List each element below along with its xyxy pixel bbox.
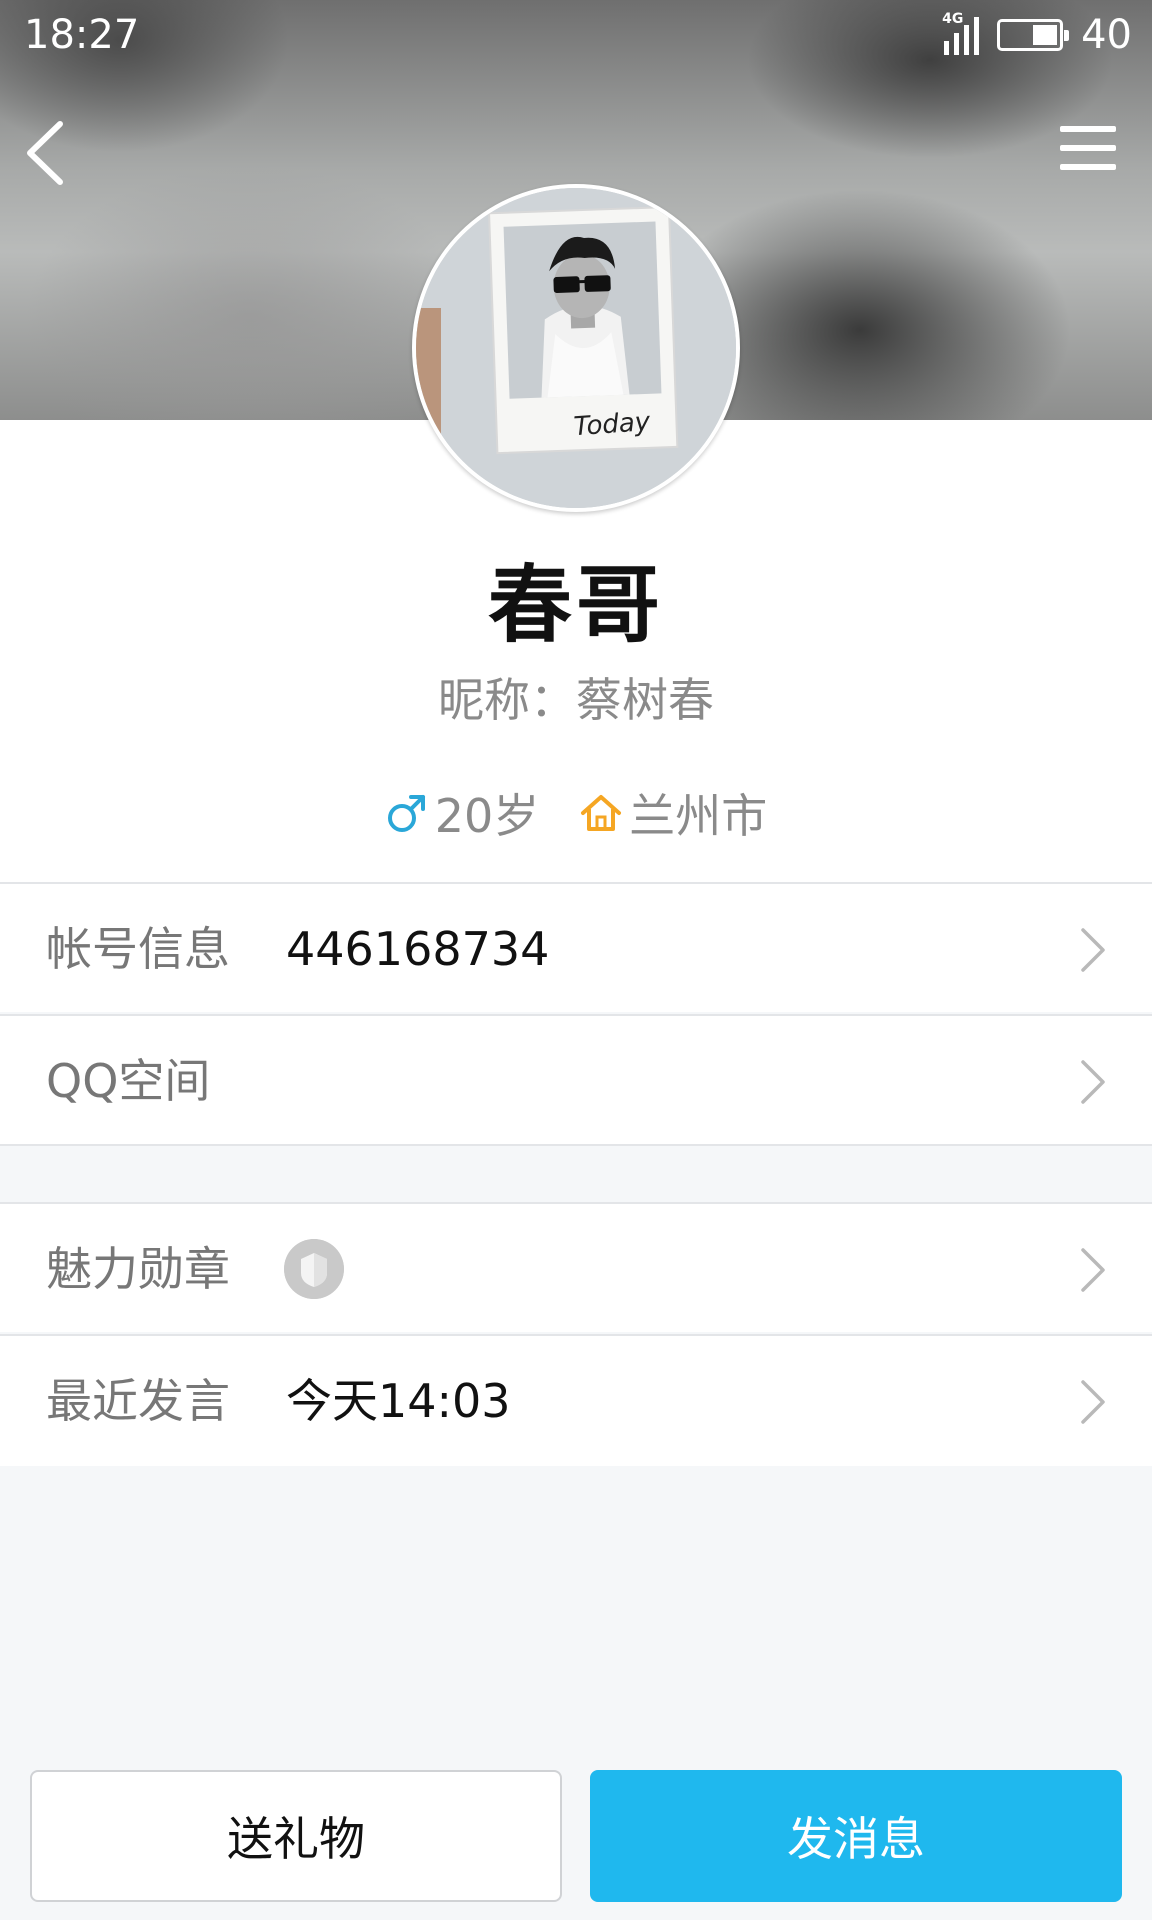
chevron-right-icon: [1081, 1060, 1105, 1104]
status-indicators: 4G 40: [942, 11, 1132, 58]
avatar-photo: Today: [416, 188, 736, 508]
charm-medal-row[interactable]: 魅力勋章: [0, 1202, 1152, 1332]
avatar-caption: Today: [573, 407, 652, 442]
qzone-label: QQ空间: [46, 1054, 211, 1108]
network-type-label: 4G: [942, 11, 964, 27]
signal-icon: 4G: [942, 11, 980, 55]
battery-level: 40: [1081, 12, 1132, 58]
battery-icon: [997, 19, 1070, 51]
account-info-label: 帐号信息: [46, 922, 230, 976]
medal-icon: [284, 1239, 344, 1299]
chevron-right-icon: [1081, 1248, 1105, 1292]
city-value: 兰州市: [629, 789, 768, 843]
profile-meta: 20岁 兰州市: [0, 780, 1152, 846]
qzone-row[interactable]: QQ空间: [0, 1014, 1152, 1146]
age-value: 20岁: [434, 789, 540, 843]
send-gift-button[interactable]: 送礼物: [30, 1770, 562, 1902]
back-icon[interactable]: [22, 118, 72, 188]
account-info-row[interactable]: 帐号信息 446168734: [0, 882, 1152, 1012]
recent-post-row[interactable]: 最近发言 今天14:03: [0, 1334, 1152, 1466]
chevron-right-icon: [1081, 1380, 1105, 1424]
send-message-button[interactable]: 发消息: [590, 1770, 1122, 1902]
recent-post-value: 今天14:03: [286, 1374, 511, 1428]
chevron-right-icon: [1081, 928, 1105, 972]
account-info-value: 446168734: [286, 922, 550, 976]
city-info: 兰州市: [579, 780, 767, 846]
home-icon: [581, 795, 622, 831]
status-time: 18:27: [24, 12, 140, 58]
status-bar: 18:27 4G 40: [0, 0, 1152, 72]
avatar[interactable]: Today: [412, 184, 740, 512]
profile-name: 春哥: [487, 556, 664, 654]
charm-medal-label: 魅力勋章: [46, 1242, 230, 1296]
menu-icon[interactable]: [1058, 122, 1118, 174]
recent-post-label: 最近发言: [46, 1374, 230, 1428]
age-info: 20岁: [385, 780, 540, 846]
male-gender-icon: [387, 795, 425, 832]
profile-nickname: 昵称：蔡树春: [438, 673, 714, 727]
